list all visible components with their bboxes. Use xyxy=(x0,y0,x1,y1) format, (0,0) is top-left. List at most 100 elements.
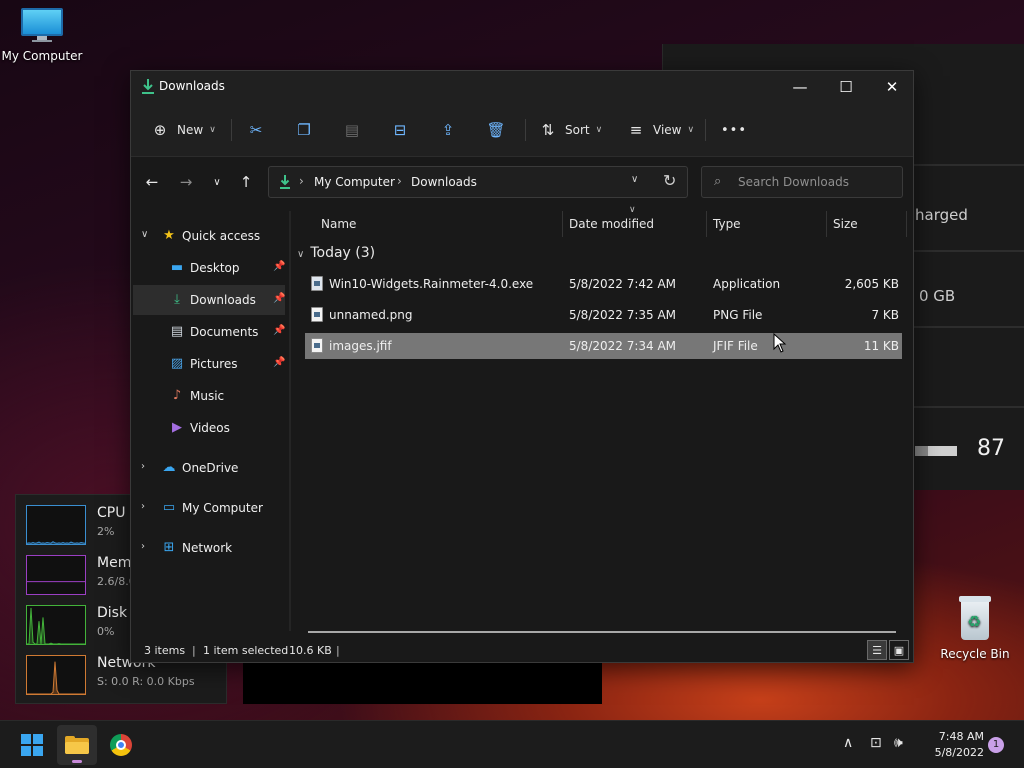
breadcrumb-my-computer[interactable]: My Computer xyxy=(314,175,395,189)
plus-circle-icon: ⊕ xyxy=(153,121,167,139)
see-more-button[interactable]: ••• xyxy=(721,115,747,145)
notification-badge[interactable]: 1 xyxy=(988,737,1004,753)
application-file-icon xyxy=(311,276,323,291)
forward-button[interactable]: → xyxy=(173,169,199,195)
tiles-view-button[interactable]: ▣ xyxy=(889,640,909,660)
desktop-icon-my-computer[interactable]: My Computer xyxy=(0,8,84,63)
pin-icon: 📌 xyxy=(273,261,286,272)
arrow-up-icon: ↑ xyxy=(239,173,253,191)
nav-item-onedrive[interactable]: › ☁ OneDrive xyxy=(133,453,285,483)
column-header-name[interactable]: Name xyxy=(321,217,356,231)
black-window-fragment xyxy=(243,662,602,704)
back-button[interactable]: ← xyxy=(139,169,165,195)
pin-icon: 📌 xyxy=(273,357,286,368)
clock[interactable]: 7:48 AM 5/8/2022 xyxy=(922,729,984,761)
horizontal-scrollbar[interactable] xyxy=(308,631,896,633)
nav-item-pictures[interactable]: ▨ Pictures 📌 xyxy=(133,349,286,379)
paste-icon: ▤ xyxy=(344,121,360,139)
chevron-down-icon: ∨ xyxy=(595,125,603,135)
taskbar-chrome[interactable] xyxy=(101,725,141,765)
nav-item-downloads[interactable]: ⤓ Downloads 📌 xyxy=(133,285,285,315)
recent-locations-button[interactable]: ∨ xyxy=(204,169,230,195)
graph-frame xyxy=(26,505,86,545)
column-header-type[interactable]: Type xyxy=(713,217,741,231)
search-input[interactable] xyxy=(738,173,898,191)
divider xyxy=(231,119,232,141)
column-divider[interactable] xyxy=(562,211,563,237)
chevron-down-icon[interactable]: ∨ xyxy=(141,229,148,240)
paste-button[interactable]: ▤ xyxy=(341,115,363,145)
start-icon xyxy=(21,734,43,756)
sort-label: Sort xyxy=(565,123,590,137)
refresh-icon[interactable]: ↻ xyxy=(663,171,676,190)
chevron-right-icon[interactable]: › xyxy=(141,461,145,472)
chevron-right-icon[interactable]: › xyxy=(141,541,145,552)
title-bar[interactable]: Downloads — ☐ ✕ xyxy=(131,71,913,103)
taskbar-file-explorer[interactable] xyxy=(57,725,97,765)
search-box[interactable]: ⌕ xyxy=(701,166,903,198)
documents-icon: ▤ xyxy=(170,324,184,339)
view-button[interactable]: ≡ View ∨ xyxy=(625,115,694,145)
maximize-button[interactable]: ☐ xyxy=(823,71,869,103)
nav-label: Documents xyxy=(190,325,259,339)
sort-button[interactable]: ⇅ Sort ∨ xyxy=(537,115,603,145)
minimize-button[interactable]: — xyxy=(777,71,823,103)
column-header-date[interactable]: Date modified xyxy=(569,217,654,231)
file-row[interactable]: Win10-Widgets.Rainmeter-4.0.exe 5/8/2022… xyxy=(305,271,902,297)
file-date: 5/8/2022 7:42 AM xyxy=(569,277,677,291)
memory-graph xyxy=(26,555,86,595)
address-bar[interactable]: › My Computer › Downloads ∨ ↻ xyxy=(268,166,688,198)
close-button[interactable]: ✕ xyxy=(869,71,915,103)
chevron-right-icon[interactable]: › xyxy=(141,501,145,512)
column-header-size[interactable]: Size xyxy=(833,217,858,231)
nav-item-my-computer[interactable]: › ▭ My Computer xyxy=(133,493,285,523)
volume-icon[interactable]: 🕪 xyxy=(894,735,903,751)
perf-value: 0% xyxy=(97,625,115,638)
file-date: 5/8/2022 7:35 AM xyxy=(569,308,677,322)
group-header[interactable]: ∨ Today (3) xyxy=(297,245,375,261)
nav-item-quick-access[interactable]: ∨ ★ Quick access xyxy=(133,221,285,251)
sort-icon: ⇅ xyxy=(541,121,555,139)
breadcrumb-downloads[interactable]: Downloads xyxy=(411,175,477,189)
file-row[interactable]: images.jfif 5/8/2022 7:34 AM JFIF File 1… xyxy=(305,333,902,359)
nav-label: Desktop xyxy=(190,261,240,275)
file-size: 7 KB xyxy=(871,308,899,322)
download-icon xyxy=(142,79,154,94)
sort-indicator-icon: ∨ xyxy=(629,205,636,215)
nav-item-videos[interactable]: ▶ Videos xyxy=(133,413,285,443)
perf-name: Mem xyxy=(97,555,132,571)
star-icon: ★ xyxy=(163,228,175,243)
nav-label: Pictures xyxy=(190,357,238,371)
address-dropdown-icon[interactable]: ∨ xyxy=(631,174,638,185)
graph-frame xyxy=(26,605,86,645)
nav-label: Music xyxy=(190,389,225,403)
disk-graph xyxy=(26,605,86,645)
desktop-icon-recycle-bin[interactable]: ♻ Recycle Bin xyxy=(933,596,1017,661)
network-icon[interactable]: ⊡ xyxy=(870,735,882,751)
copy-button[interactable]: ❐ xyxy=(293,115,315,145)
nav-label: Downloads xyxy=(190,293,256,307)
nav-item-documents[interactable]: ▤ Documents 📌 xyxy=(133,317,286,347)
column-divider[interactable] xyxy=(826,211,827,237)
up-button[interactable]: ↑ xyxy=(233,169,259,195)
cut-button[interactable]: ✂ xyxy=(245,115,267,145)
details-view-button[interactable]: ☰ xyxy=(867,640,887,660)
nav-item-network[interactable]: › ⊞ Network xyxy=(133,533,285,563)
file-type: JFIF File xyxy=(713,339,758,353)
pictures-icon: ▨ xyxy=(170,356,184,371)
nav-item-music[interactable]: ♪ Music xyxy=(133,381,285,411)
pin-icon: 📌 xyxy=(273,293,286,304)
graph-series-line xyxy=(27,607,85,645)
desktop-icon-label: My Computer xyxy=(1,49,83,63)
chevron-up-icon[interactable]: ∧ xyxy=(843,735,853,751)
new-button[interactable]: ⊕ New ∨ xyxy=(149,115,216,145)
delete-button[interactable]: 🗑 xyxy=(485,115,507,145)
column-divider[interactable] xyxy=(706,211,707,237)
group-label: Today (3) xyxy=(310,245,376,261)
file-row[interactable]: unnamed.png 5/8/2022 7:35 AM PNG File 7 … xyxy=(305,302,902,328)
nav-item-desktop[interactable]: ▬ Desktop 📌 xyxy=(133,253,286,283)
column-divider[interactable] xyxy=(906,211,907,237)
rename-button[interactable]: ⊟ xyxy=(389,115,411,145)
share-button[interactable]: ⇪ xyxy=(437,115,459,145)
start-button[interactable] xyxy=(12,725,52,765)
